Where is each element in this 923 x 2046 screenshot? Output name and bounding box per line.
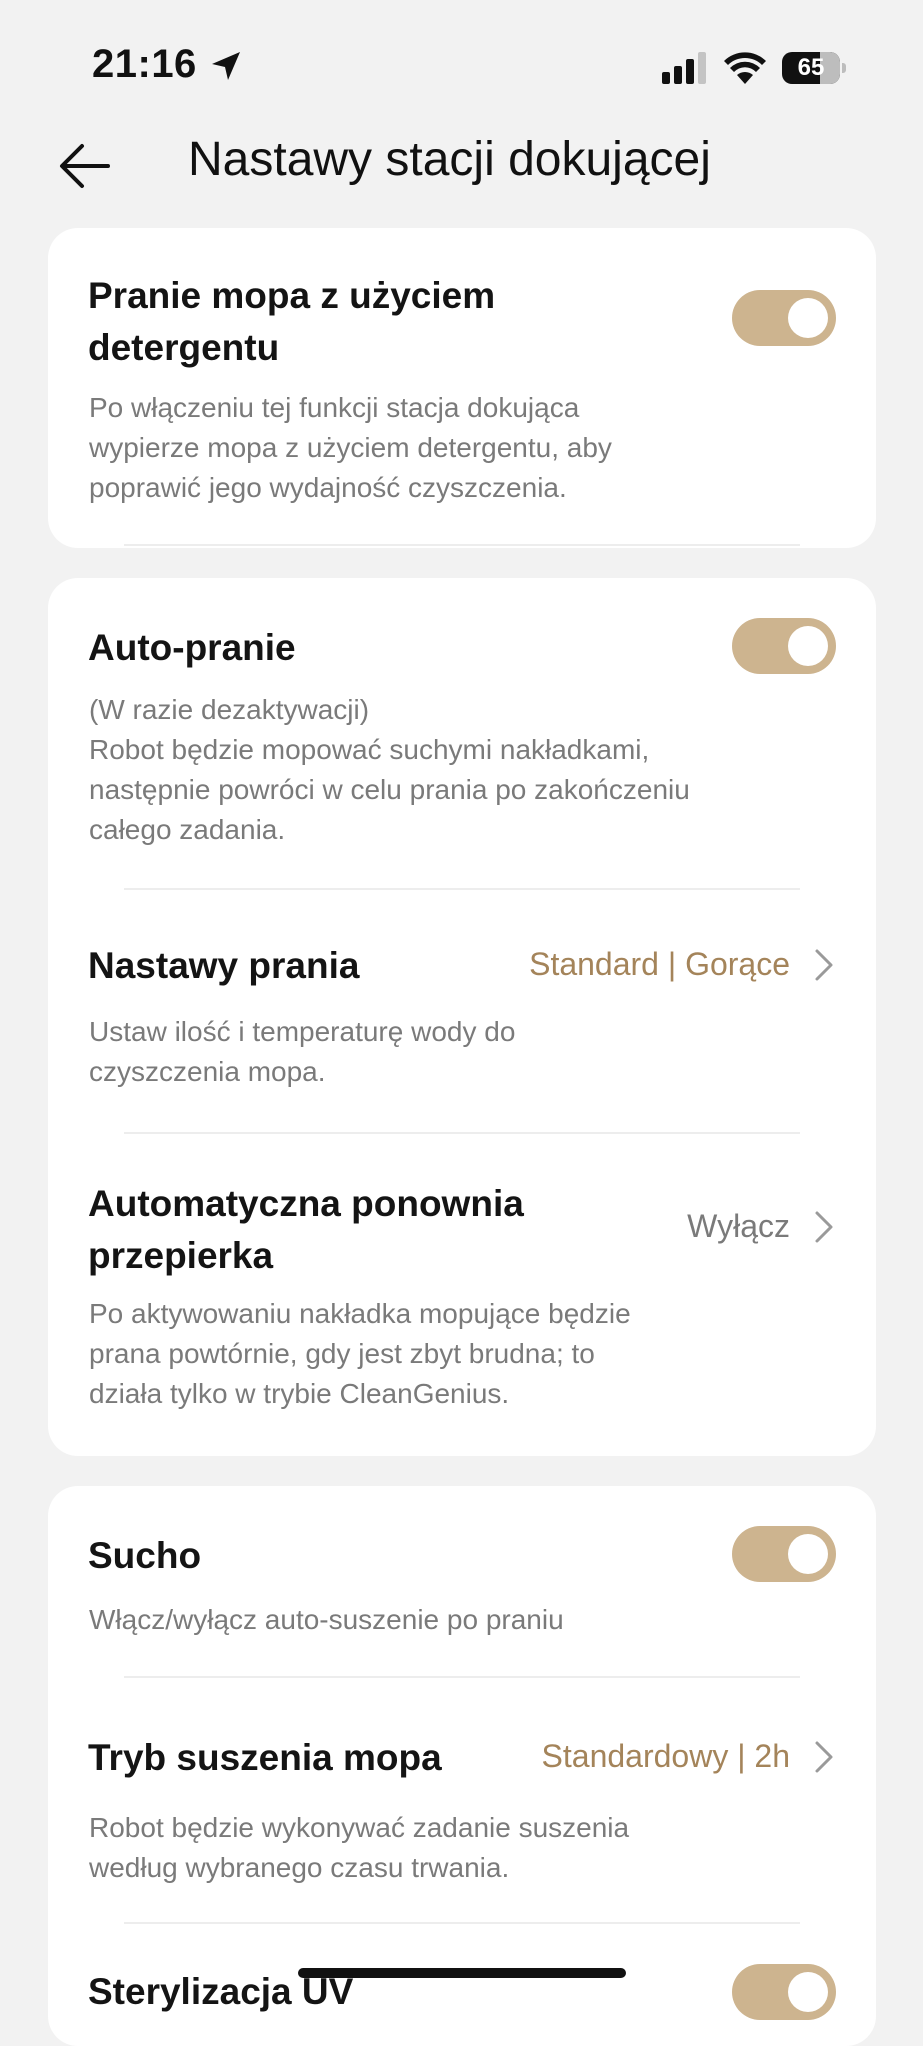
page-title: Nastawy stacji dokującej (188, 133, 711, 186)
rewash-title-line2: przepierka (88, 1235, 274, 1276)
divider (124, 1922, 800, 1924)
status-time: 21:16 (92, 42, 197, 86)
detergent-desc-line3: poprawić jego wydajność czyszczenia. (89, 472, 567, 503)
rewash-title-line1: Automatyczna ponownia (88, 1183, 524, 1224)
wash-settings-desc-line2: czyszczenia mopa. (89, 1056, 326, 1087)
rewash-desc-line3: działa tylko w trybie CleanGenius. (89, 1378, 510, 1409)
dry-mode-desc-line1: Robot będzie wykonywać zadanie suszenia (89, 1812, 630, 1843)
status-bar: 21:16 65 (0, 0, 923, 120)
wash-settings-desc-line1: Ustaw ilość i temperaturę wody do (89, 1016, 516, 1047)
rewash-desc-line1: Po aktywowaniu nakładka mopujące będzie (89, 1298, 631, 1329)
dry-mode-title: Tryb suszenia mopa (88, 1737, 442, 1778)
chevron-right-icon (815, 949, 833, 981)
auto-wash-desc-line2: Robot będzie mopować suchymi nakładkami, (89, 734, 650, 765)
dry-desc-line1: Włącz/wyłącz auto-suszenie po praniu (89, 1604, 564, 1635)
battery-icon: 65 (782, 52, 846, 84)
auto-wash-desc-line3: następnie powróci w celu prania po zakoń… (89, 774, 690, 805)
auto-wash-title: Auto-pranie (88, 627, 296, 668)
dry-mode-desc-line2: według wybranego czasu trwania. (89, 1852, 510, 1883)
washing-card: Auto-pranie (W razie dezaktywacji) Robot… (48, 578, 876, 1456)
chevron-right-icon (815, 1211, 833, 1243)
battery-level: 65 (797, 54, 825, 81)
detergent-desc-line1: Po włączeniu tej funkcji stacja dokująca (89, 392, 580, 423)
rewash-value: Wyłącz (687, 1208, 790, 1244)
dry-mode-row[interactable]: Tryb suszenia mopa Standardowy | 2h Robo… (48, 1678, 876, 1922)
cellular-signal-icon (662, 52, 706, 84)
dry-title: Sucho (88, 1535, 202, 1576)
rewash-row[interactable]: Automatyczna ponownia przepierka Wyłącz … (48, 1134, 876, 1456)
wash-settings-value: Standard | Gorące (529, 946, 790, 982)
dry-mode-value: Standardowy | 2h (541, 1738, 790, 1774)
home-indicator[interactable] (298, 1968, 626, 1978)
divider (124, 544, 800, 546)
auto-wash-desc-line1: (W razie dezaktywacji) (89, 694, 370, 725)
rewash-desc-line2: prana powtórnie, gdy jest zbyt brudna; t… (89, 1338, 595, 1369)
detergent-title-line2: detergentu (88, 327, 280, 368)
location-arrow-icon (212, 52, 240, 80)
dry-toggle[interactable] (732, 1526, 836, 1582)
wifi-icon (724, 52, 766, 84)
auto-wash-toggle[interactable] (732, 618, 836, 674)
detergent-card: Pranie mopa z użyciem detergentu Po włąc… (48, 228, 876, 548)
uv-toggle[interactable] (732, 1964, 836, 2020)
drying-card: Sucho Włącz/wyłącz auto-suszenie po pran… (48, 1486, 876, 2046)
wash-settings-title: Nastawy prania (88, 945, 360, 986)
detergent-desc-line2: wypierze mopa z użyciem detergentu, aby (89, 432, 612, 463)
detergent-title-line1: Pranie mopa z użyciem (88, 275, 496, 316)
back-arrow-icon[interactable] (58, 142, 112, 190)
chevron-right-icon (815, 1741, 833, 1773)
detergent-toggle[interactable] (732, 290, 836, 346)
auto-wash-desc-line4: całego zadania. (89, 814, 286, 845)
wash-settings-row[interactable]: Nastawy prania Standard | Gorące Ustaw i… (48, 890, 876, 1130)
